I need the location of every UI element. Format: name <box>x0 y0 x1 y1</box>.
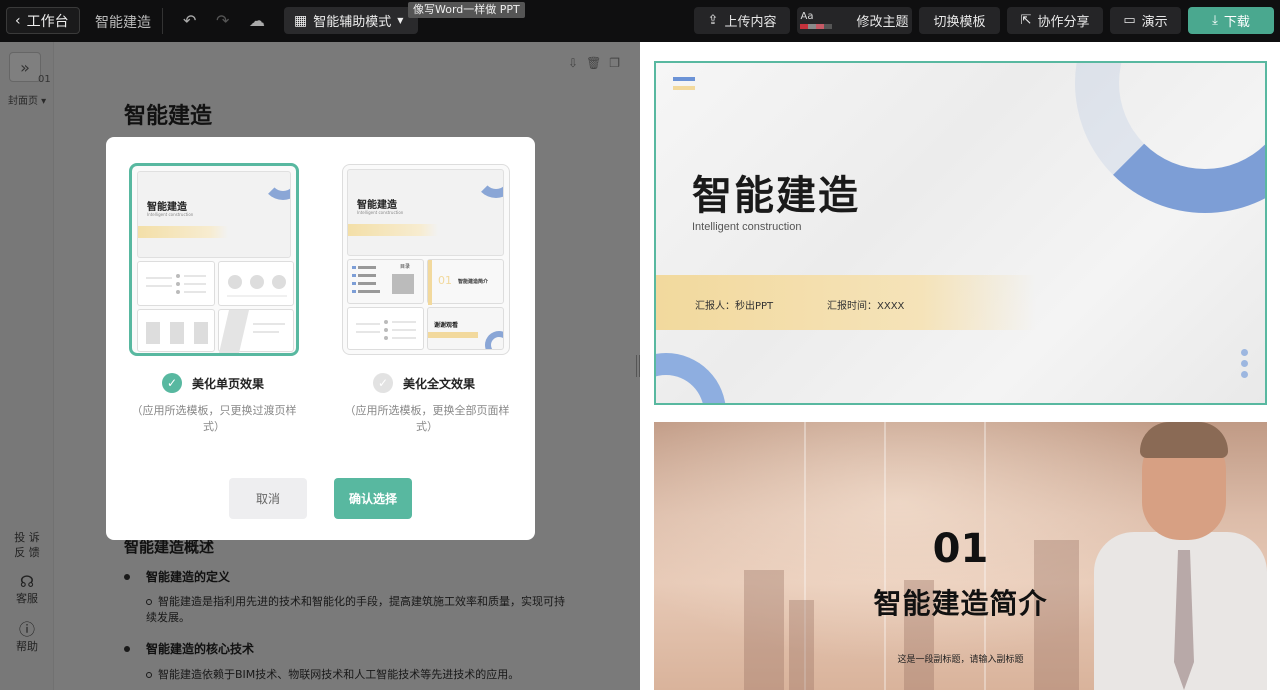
layout-icon: ▦ <box>294 12 308 29</box>
cancel-button[interactable]: 取消 <box>229 478 307 519</box>
option-single-page-desc: （应用所选模板，只更换过渡页样式） <box>131 404 297 433</box>
option-single-page-label[interactable]: 美化单页效果 <box>192 375 264 392</box>
template-page-thumbnail <box>218 261 294 306</box>
thumb-ending-title: 谢谢观看 <box>434 322 459 329</box>
template-page-thumbnail <box>137 261 215 306</box>
option-full-document-label[interactable]: 美化全文效果 <box>403 375 475 392</box>
theme-color-icon: Aa <box>800 11 833 29</box>
unselected-check-icon[interactable]: ✓ <box>373 373 393 393</box>
apply-template-dialog: 智能建造 Intelligent construction ✓ 美化单页效果 （… <box>106 137 535 540</box>
thumb-title: 智能建造 <box>357 200 397 211</box>
share-icon: ⇱ <box>1020 13 1032 28</box>
template-cover-thumbnail: 智能建造 Intelligent construction <box>137 171 291 258</box>
template-toc-thumbnail: 目录 <box>347 259 424 304</box>
template-cover-thumbnail: 智能建造 Intelligent construction <box>347 169 504 256</box>
section-title: 智能建造简介 <box>873 587 1048 620</box>
document-name[interactable]: 智能建造 <box>95 12 151 32</box>
chevron-left-icon: ‹ <box>15 12 21 29</box>
confirm-selection-button[interactable]: 确认选择 <box>334 478 412 519</box>
mode-dropdown[interactable]: ▦ 智能辅助模式 ▼ <box>284 7 418 34</box>
selected-check-icon[interactable]: ✓ <box>162 373 182 393</box>
report-time-text: 汇报时间：XXXX <box>827 301 905 312</box>
template-page-thumbnail <box>218 309 294 353</box>
upload-icon: ⇪ <box>707 13 719 28</box>
share-label: 协作分享 <box>1037 15 1090 30</box>
template-page-thumbnail <box>137 309 215 352</box>
option-full-document-card[interactable]: 智能建造 Intelligent construction 目录 01 智能建造… <box>342 164 510 355</box>
thumb-title: 智能建造 <box>147 202 187 213</box>
download-button[interactable]: ⤓ 下载 <box>1188 7 1274 34</box>
slide-subtitle: Intelligent construction <box>692 221 802 233</box>
top-bar: ‹ 工作台 智能建造 ↶ ↷ ☁ ▦ 智能辅助模式 ▼ 像写Word一样做 PP… <box>0 0 1280 42</box>
mode-label: 智能辅助模式 <box>313 15 392 30</box>
undo-icon[interactable]: ↶ <box>183 11 196 30</box>
back-to-workspace-button[interactable]: ‹ 工作台 <box>6 7 80 34</box>
switch-template-button[interactable]: 切换模板 <box>919 7 1000 34</box>
cloud-sync-icon[interactable]: ☁ <box>249 11 265 30</box>
thumb-toc-title: 目录 <box>400 264 411 270</box>
download-label: 下载 <box>1223 15 1250 30</box>
decorative-arc <box>656 353 726 403</box>
option-full-document-desc: （应用所选模板，更换全部页面样式） <box>344 404 510 433</box>
divider <box>162 8 163 34</box>
collaborate-share-button[interactable]: ⇱ 协作分享 <box>1007 7 1103 34</box>
slide-preview-pane: 智能建造 Intelligent construction 汇报人：秒出PPT … <box>640 42 1280 690</box>
theme-label: 修改主题 <box>856 15 909 30</box>
slide-cover[interactable]: 智能建造 Intelligent construction 汇报人：秒出PPT … <box>654 61 1267 405</box>
upload-content-button[interactable]: ⇪ 上传内容 <box>694 7 790 34</box>
decorative-dots <box>1241 349 1248 382</box>
option-single-page-card[interactable]: 智能建造 Intelligent construction <box>129 163 299 356</box>
slide-logo-icon <box>673 77 695 91</box>
switch-template-label: 切换模板 <box>933 15 986 30</box>
thumb-section-title: 智能建造简介 <box>458 279 489 285</box>
template-page-thumbnail <box>347 307 424 350</box>
present-icon: ▭ <box>1123 13 1136 28</box>
thumb-section-num: 01 <box>438 274 452 287</box>
present-label: 演示 <box>1141 15 1168 30</box>
decorative-arc <box>1075 63 1265 213</box>
thumb-subtitle: Intelligent construction <box>357 210 404 215</box>
section-subtitle: 这是一段副标题，请输入副标题 <box>897 655 1024 665</box>
present-button[interactable]: ▭ 演示 <box>1110 7 1181 34</box>
upload-label: 上传内容 <box>724 15 777 30</box>
reporter-text: 汇报人：秒出PPT <box>695 301 774 312</box>
caret-down-icon: ▼ <box>397 16 404 25</box>
template-ending-thumbnail: 谢谢观看 <box>427 307 504 350</box>
section-number: 01 <box>932 526 989 572</box>
slide-title: 智能建造 <box>692 173 860 219</box>
download-icon: ⤓ <box>1212 13 1218 28</box>
modify-theme-button[interactable]: Aa 修改主题 <box>797 7 912 34</box>
mode-tooltip: 像写Word一样做 PPT <box>408 2 525 18</box>
slide-section[interactable]: 01 智能建造简介 这是一段副标题，请输入副标题 <box>654 422 1267 690</box>
thumb-subtitle: Intelligent construction <box>147 212 194 217</box>
theme-aa-text: Aa <box>800 11 814 22</box>
redo-icon[interactable]: ↷ <box>216 11 229 30</box>
back-label: 工作台 <box>26 13 69 30</box>
template-section-thumbnail: 01 智能建造简介 <box>427 259 504 305</box>
